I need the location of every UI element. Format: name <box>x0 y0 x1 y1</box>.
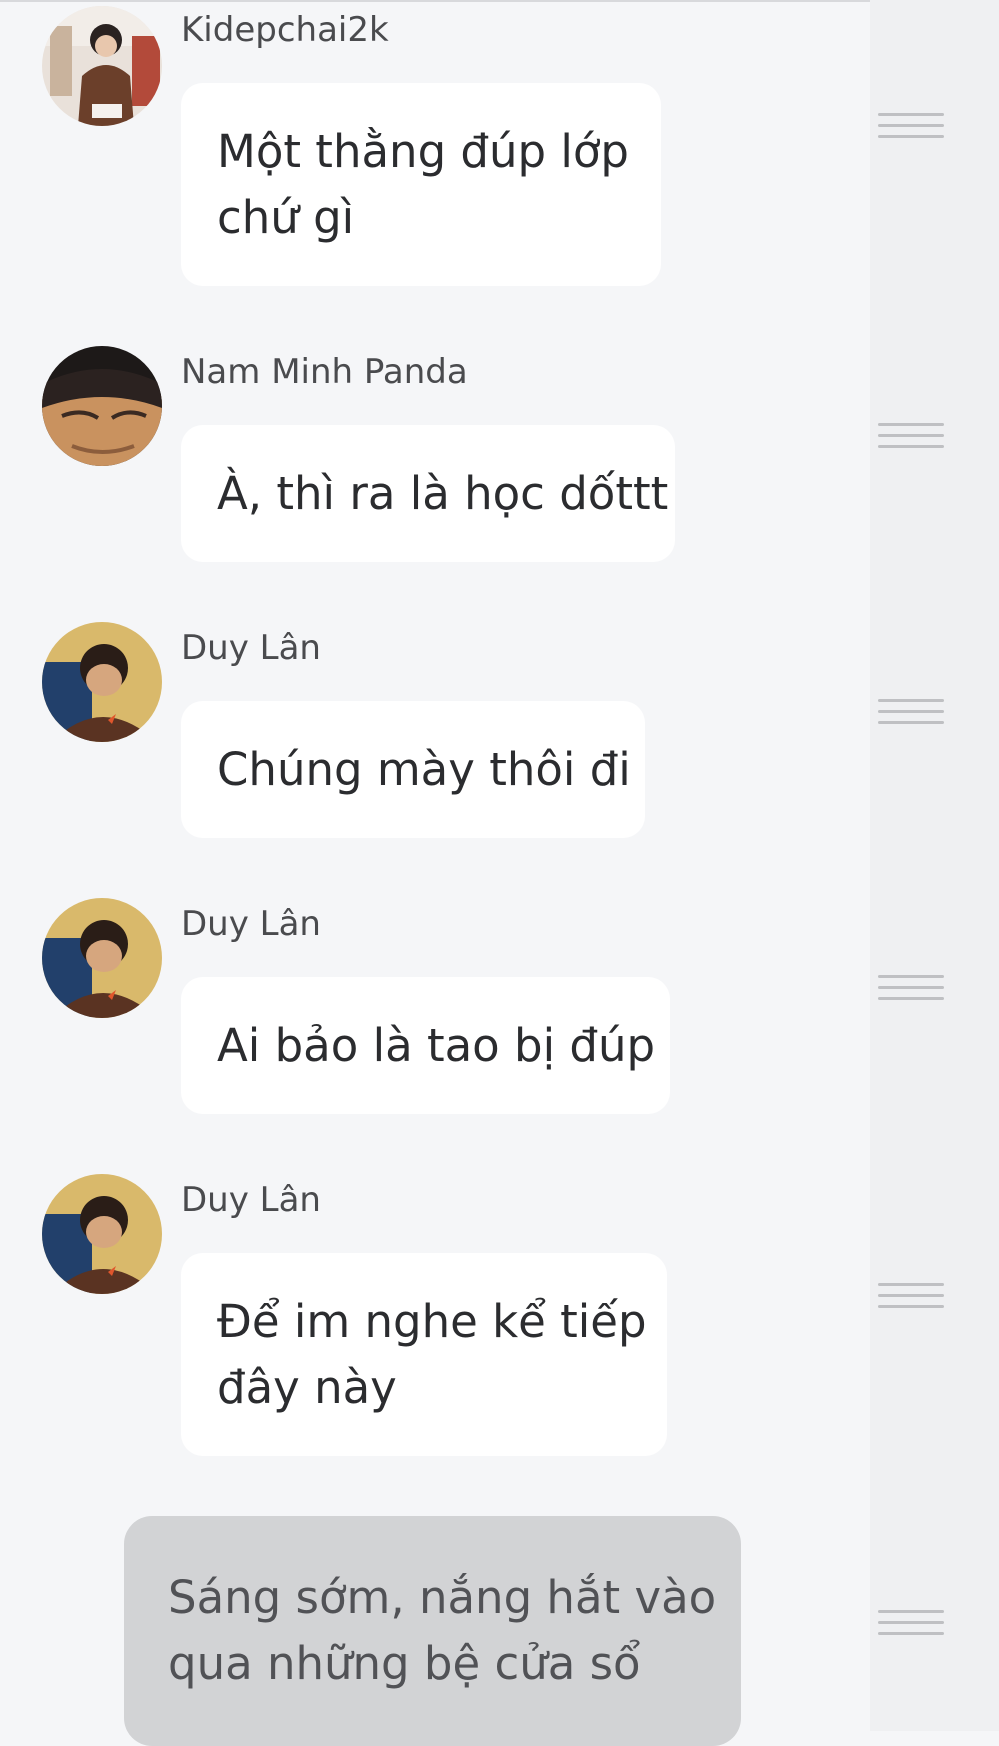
drag-handle-icon[interactable] <box>878 699 944 735</box>
avatar-photo-icon <box>42 622 162 742</box>
message-line: À, thì ra là học dốttt <box>217 466 669 520</box>
message-bubble[interactable]: Ai bảo là tao bị đúp <box>181 977 670 1114</box>
sender-name: Duy Lân <box>181 628 321 668</box>
message-line: Chúng mày thôi đi <box>217 742 631 796</box>
message-line: Một thằng đúp lớp <box>217 124 629 178</box>
avatar[interactable] <box>42 622 162 742</box>
drag-handle-icon[interactable] <box>878 1610 944 1646</box>
narration-bubble[interactable]: Sáng sớm, nắng hắt vào qua những bệ cửa … <box>124 1516 741 1746</box>
sender-name: Duy Lân <box>181 1180 321 1220</box>
drag-handle-icon[interactable] <box>878 975 944 1011</box>
message-bubble[interactable]: À, thì ra là học dốttt <box>181 425 675 562</box>
drag-handle-icon[interactable] <box>878 423 944 459</box>
message-line: Để im nghe kể tiếp <box>217 1294 647 1348</box>
message-line: chứ gì <box>217 190 355 244</box>
drag-handle-icon[interactable] <box>878 1283 944 1319</box>
avatar[interactable] <box>42 898 162 1018</box>
top-divider <box>0 0 999 2</box>
sender-name: Duy Lân <box>181 904 321 944</box>
avatar[interactable] <box>42 1174 162 1294</box>
sender-name: Kidepchai2k <box>181 10 389 50</box>
avatar[interactable] <box>42 6 162 126</box>
reorder-rail <box>870 0 999 1731</box>
avatar-anime-icon <box>42 346 162 466</box>
message-bubble[interactable]: Chúng mày thôi đi <box>181 701 645 838</box>
sender-name: Nam Minh Panda <box>181 352 468 392</box>
narration-line: Sáng sớm, nắng hắt vào <box>168 1571 717 1624</box>
avatar-photo-icon <box>42 1174 162 1294</box>
drag-handle-icon[interactable] <box>878 113 944 149</box>
message-line: Ai bảo là tao bị đúp <box>217 1018 656 1072</box>
avatar-photo-icon <box>42 898 162 1018</box>
message-line: đây này <box>217 1360 397 1414</box>
avatar[interactable] <box>42 346 162 466</box>
avatar-photo-icon <box>42 6 162 126</box>
message-bubble[interactable]: Để im nghe kể tiếp đây này <box>181 1253 667 1456</box>
narration-line: qua những bệ cửa sổ <box>168 1637 641 1690</box>
message-bubble[interactable]: Một thằng đúp lớp chứ gì <box>181 83 661 286</box>
